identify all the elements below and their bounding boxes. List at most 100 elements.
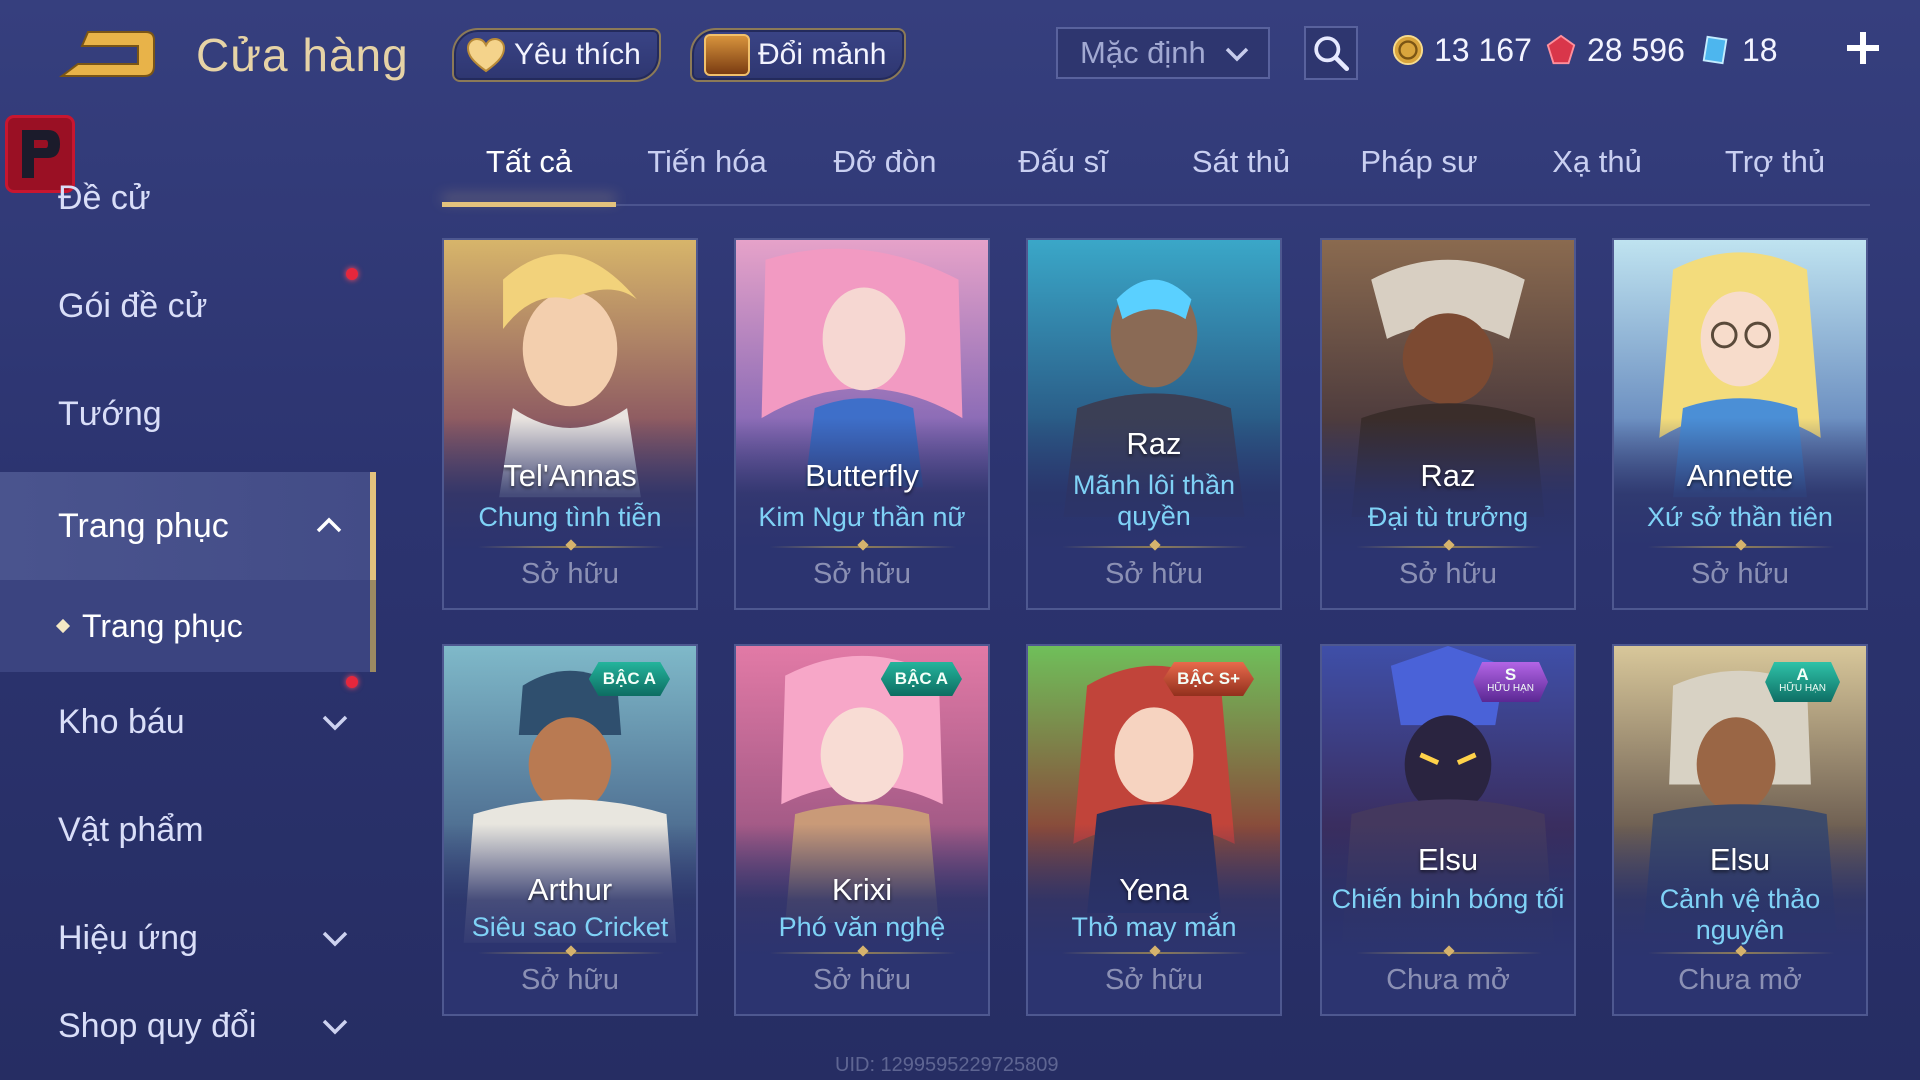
gem-balance: 28 596 [1545,26,1685,74]
sort-dropdown[interactable]: Mặc định [1056,27,1270,79]
diamond-bullet-icon [55,618,71,634]
tier-badge-grade: A [1796,665,1809,684]
gem-amount: 28 596 [1587,31,1685,68]
tab-marksman[interactable]: Xạ thủ [1510,144,1684,200]
card-divider [478,546,664,548]
skin-card[interactable]: A HỮU HẠN Elsu Cảnh vệ thảo nguyên Chưa … [1612,644,1868,1016]
sidebar-item-skins[interactable]: Trang phục [0,472,376,580]
card-divider [1062,952,1248,954]
chest-icon [704,34,750,76]
skin-name: Siêu sao Cricket [471,912,669,942]
tab-label: Tiến hóa [647,144,767,179]
chevron-down-icon [322,715,348,731]
skin-name: Kim Ngư thần nữ [758,502,966,532]
skin-name: Chung tình tiễn [478,502,662,532]
chevron-down-icon [322,1019,348,1035]
ownership-status: Sở hữu [1690,558,1790,590]
sidebar-item-recommended-packs[interactable]: Gói đề cử [0,256,376,356]
card-divider [770,952,956,954]
tab-label: Pháp sư [1360,144,1478,179]
hero-name: Annette [1686,458,1794,493]
hero-name: Elsu [1417,842,1479,877]
tab-label: Trợ thủ [1724,144,1826,179]
skin-card[interactable]: Butterfly Kim Ngư thần nữ Sở hữu [734,238,990,610]
skin-card[interactable]: BẬC A Arthur Siêu sao Cricket Sở hữu [442,644,698,1016]
ownership-status: Sở hữu [520,964,620,996]
tier-badge-grade: S [1504,665,1517,684]
tab-label: Sát thủ [1191,144,1291,179]
card-divider [478,952,664,954]
skin-card[interactable]: BẬC S+ Yena Thỏ may mắn Sở hữu [1026,644,1282,1016]
sidebar-item-recommended[interactable]: Đề cử [0,148,376,248]
skin-card[interactable]: Raz Mãnh lôi thần quyền Sở hữu [1026,238,1282,610]
sidebar-item-heroes[interactable]: Tướng [0,364,376,464]
skin-name: Chiến binh bóng tối [1331,884,1565,914]
sidebar-item-label: Đề cử [58,178,151,217]
skin-card[interactable]: BẬC A Krixi Phó văn nghệ Sở hữu [734,644,990,1016]
search-icon [1314,36,1350,72]
tab-assassin[interactable]: Sát thủ [1154,144,1328,200]
page-title: Cửa hàng [196,29,409,81]
ownership-status: Sở hữu [812,558,912,590]
hero-name: Yena [1119,872,1189,907]
card-divider [1062,546,1248,548]
ownership-status: Sở hữu [1104,964,1204,996]
favorites-label: Yêu thích [514,38,641,71]
tab-label: Tất cả [485,144,573,179]
chevron-down-icon [322,931,348,947]
coupon-amount: 18 [1742,31,1778,68]
fragment-exchange-button[interactable]: Đổi mảnh [690,28,907,82]
sidebar-item-treasure[interactable]: Kho báu [0,672,376,772]
role-tabs: Tất cả Tiến hóa Đỡ đòn Đấu sĩ Sát thủ Ph… [442,140,1870,207]
sidebar-item-items[interactable]: Vật phẩm [0,780,376,880]
search-button[interactable] [1304,26,1358,80]
heart-icon [466,37,506,73]
sidebar-item-label: Shop quy đổi [58,1006,257,1045]
tab-tank[interactable]: Đỡ đòn [798,144,972,200]
skin-name: Cảnh vệ thảo nguyên [1659,884,1821,945]
tab-evolution[interactable]: Tiến hóa [620,144,794,200]
sidebar-item-label: Kho báu [58,702,185,741]
plus-icon[interactable] [1843,28,1883,68]
coupon-icon [1702,35,1728,65]
gold-amount: 13 167 [1434,31,1532,68]
tab-label: Đỡ đòn [833,144,937,179]
card-divider [1648,952,1834,954]
fragment-exchange-label: Đổi mảnh [758,38,887,71]
hero-name: Arthur [527,872,613,907]
tab-mage[interactable]: Pháp sư [1332,144,1506,200]
tab-label: Xạ thủ [1552,144,1642,179]
tier-badge: BẬC A [588,662,670,696]
back-arrow-icon[interactable] [58,26,158,86]
ownership-status: Sở hữu [520,558,620,590]
sidebar: Đề cử Gói đề cử Tướng Trang phục Trang p… [0,110,378,1080]
skin-name: Phó văn nghệ [778,912,946,942]
tab-support[interactable]: Trợ thủ [1688,144,1862,200]
sidebar-subitem-skins[interactable]: Trang phục [0,580,376,672]
tab-fighter[interactable]: Đấu sĩ [976,144,1150,200]
sidebar-item-label: Tướng [58,394,162,433]
hero-name: Raz [1420,458,1476,493]
skin-card[interactable]: Raz Đại tù trưởng Sở hữu [1320,238,1576,610]
hero-name: Butterfly [805,458,919,493]
skin-card[interactable]: Tel'Annas Chung tình tiễn Sở hữu [442,238,698,610]
skin-card[interactable]: S HỮU HẠN Elsu Chiến binh bóng tối Chưa … [1320,644,1576,1016]
hero-name: Krixi [831,872,893,907]
tier-badge: A HỮU HẠN [1765,662,1840,702]
sidebar-item-label: Hiệu ứng [58,918,198,957]
skin-card[interactable]: Annette Xứ sở thần tiên Sở hữu [1612,238,1868,610]
card-divider [770,546,956,548]
ownership-status: Chưa mở [1678,964,1802,996]
user-id-watermark: UID: 1299595229725809 [835,1054,1059,1076]
sidebar-item-label: Vật phẩm [58,810,204,849]
gold-balance: 13 167 [1392,26,1532,74]
sidebar-item-effects[interactable]: Hiệu ứng [0,888,376,988]
tab-all[interactable]: Tất cả [442,144,616,207]
favorites-button[interactable]: Yêu thích [452,28,661,82]
sidebar-item-exchange-shop[interactable]: Shop quy đổi [0,976,376,1076]
gold-coin-icon [1392,34,1424,66]
tab-label: Đấu sĩ [1018,144,1108,179]
card-divider [1648,546,1834,548]
sidebar-subitem-label: Trang phục [82,607,243,644]
hero-name: Tel'Annas [503,458,637,493]
